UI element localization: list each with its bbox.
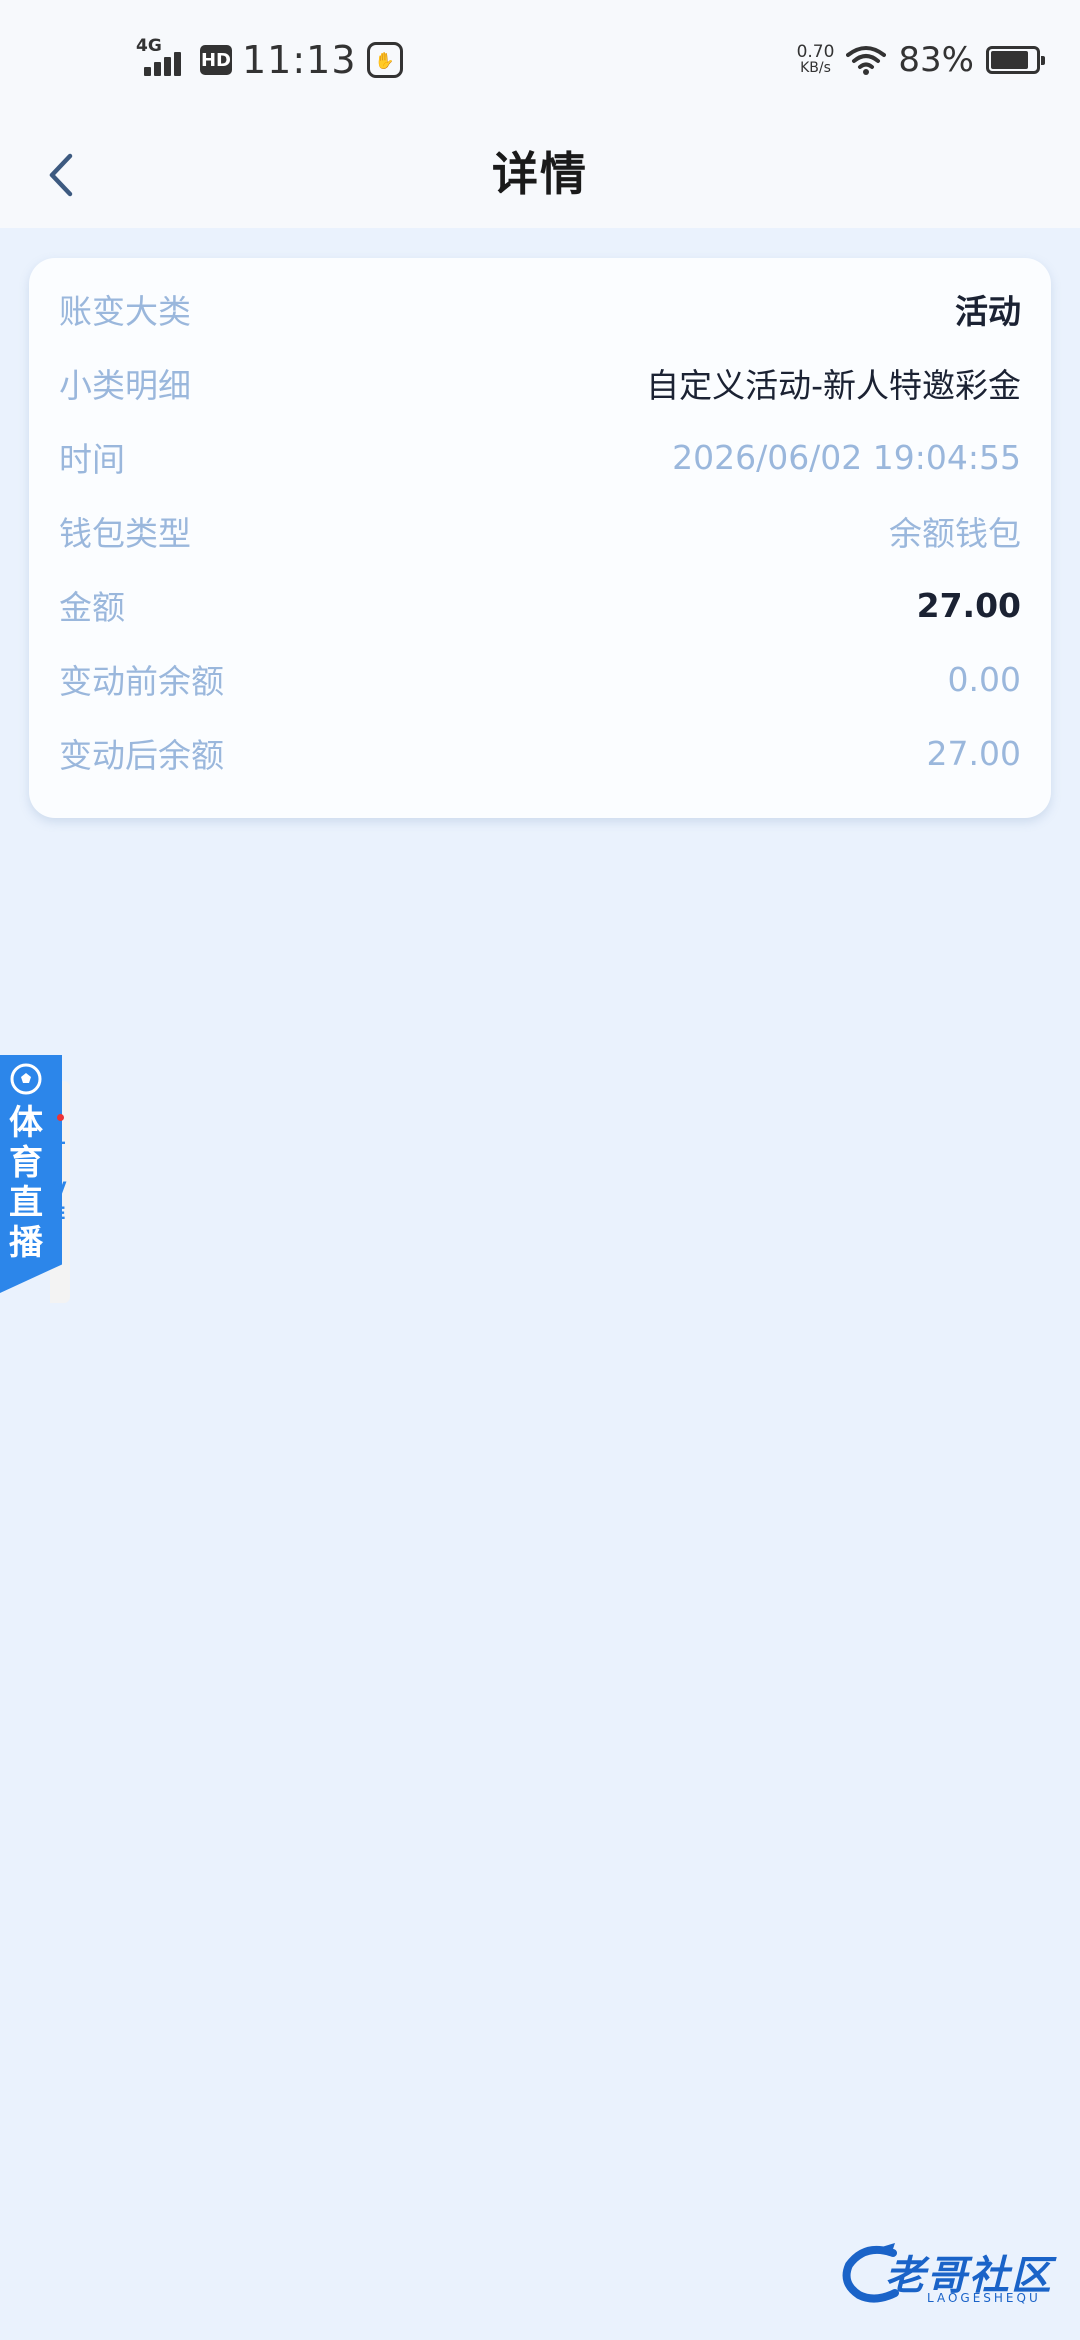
network-type: 4G bbox=[136, 36, 162, 56]
detail-row-amount: 金额 27.00 bbox=[59, 568, 1021, 642]
battery-icon bbox=[986, 46, 1045, 74]
detail-label: 时间 bbox=[59, 440, 125, 479]
detail-label: 钱包类型 bbox=[59, 514, 191, 553]
detail-row-wallet-type: 钱包类型 余额钱包 bbox=[59, 494, 1021, 568]
live-letter: I bbox=[56, 1154, 64, 1174]
live-tab-char: 育 bbox=[9, 1143, 43, 1183]
live-tab-char: 体 bbox=[9, 1103, 43, 1143]
wifi-icon bbox=[846, 46, 887, 75]
live-tab-char: 播 bbox=[9, 1223, 43, 1263]
status-bar-right: 0.70 KB/s 83% bbox=[796, 30, 1045, 90]
detail-row-category: 账变大类 活动 bbox=[59, 272, 1021, 346]
detail-row-subcategory: 小类明细 自定义活动-新人特邀彩金 bbox=[59, 346, 1021, 420]
detail-label: 变动前余额 bbox=[59, 662, 224, 701]
detail-value: 0.00 bbox=[947, 659, 1021, 699]
detail-row-time: 时间 2026/06/02 19:04:55 bbox=[59, 420, 1021, 494]
watermark-logo: 老哥社区 LAOGESHEQU bbox=[835, 2235, 1065, 2315]
detail-card: 账变大类 活动 小类明细 自定义活动-新人特邀彩金 时间 2026/06/02 … bbox=[29, 258, 1051, 818]
live-letter: E bbox=[54, 1204, 66, 1224]
live-dot-icon bbox=[57, 1114, 64, 1121]
detail-label: 变动后余额 bbox=[59, 736, 224, 775]
detail-value: 27.00 bbox=[926, 733, 1021, 773]
network-speed: 0.70 KB/s bbox=[796, 42, 835, 77]
detail-value: 27.00 bbox=[916, 585, 1021, 625]
soccer-ball-icon bbox=[10, 1063, 42, 1095]
page-title: 详情 bbox=[492, 147, 588, 201]
detail-value: 自定义活动-新人特邀彩金 bbox=[646, 366, 1021, 405]
speed-value: 0.70 bbox=[796, 42, 835, 62]
detail-row-balance-before: 变动前余额 0.00 bbox=[59, 642, 1021, 716]
detail-label: 账变大类 bbox=[59, 292, 191, 331]
page-header: 详情 bbox=[0, 120, 1080, 228]
status-bar: 4G HD 11:13 ✋ 0.70 KB/s 83% bbox=[0, 0, 1080, 120]
live-letter: V bbox=[53, 1179, 67, 1199]
live-badge: L I V E bbox=[51, 1127, 69, 1227]
live-tab-label: 体 育 直 播 bbox=[6, 1103, 46, 1263]
watermark-subtext: LAOGESHEQU bbox=[927, 2291, 1041, 2305]
sports-live-tab[interactable]: 体 育 直 播 L I V E bbox=[0, 1055, 72, 1303]
detail-row-balance-after: 变动后余额 27.00 bbox=[59, 716, 1021, 790]
status-time: 11:13 bbox=[242, 38, 357, 82]
battery-percent: 83% bbox=[898, 40, 974, 80]
detail-value: 余额钱包 bbox=[889, 514, 1021, 553]
detail-value: 活动 bbox=[955, 292, 1021, 331]
detail-label: 小类明细 bbox=[59, 366, 191, 405]
speed-unit: KB/s bbox=[800, 60, 831, 76]
notification-app-icon: ✋ bbox=[366, 42, 403, 78]
live-letter: L bbox=[54, 1129, 66, 1149]
status-bar-left: 4G HD 11:13 ✋ bbox=[134, 30, 403, 90]
detail-label: 金额 bbox=[59, 588, 125, 627]
signal-4g-icon: 4G bbox=[134, 36, 190, 80]
detail-value: 2026/06/02 19:04:55 bbox=[672, 437, 1021, 477]
hd-icon: HD bbox=[200, 45, 232, 75]
live-tab-char: 直 bbox=[9, 1183, 43, 1223]
